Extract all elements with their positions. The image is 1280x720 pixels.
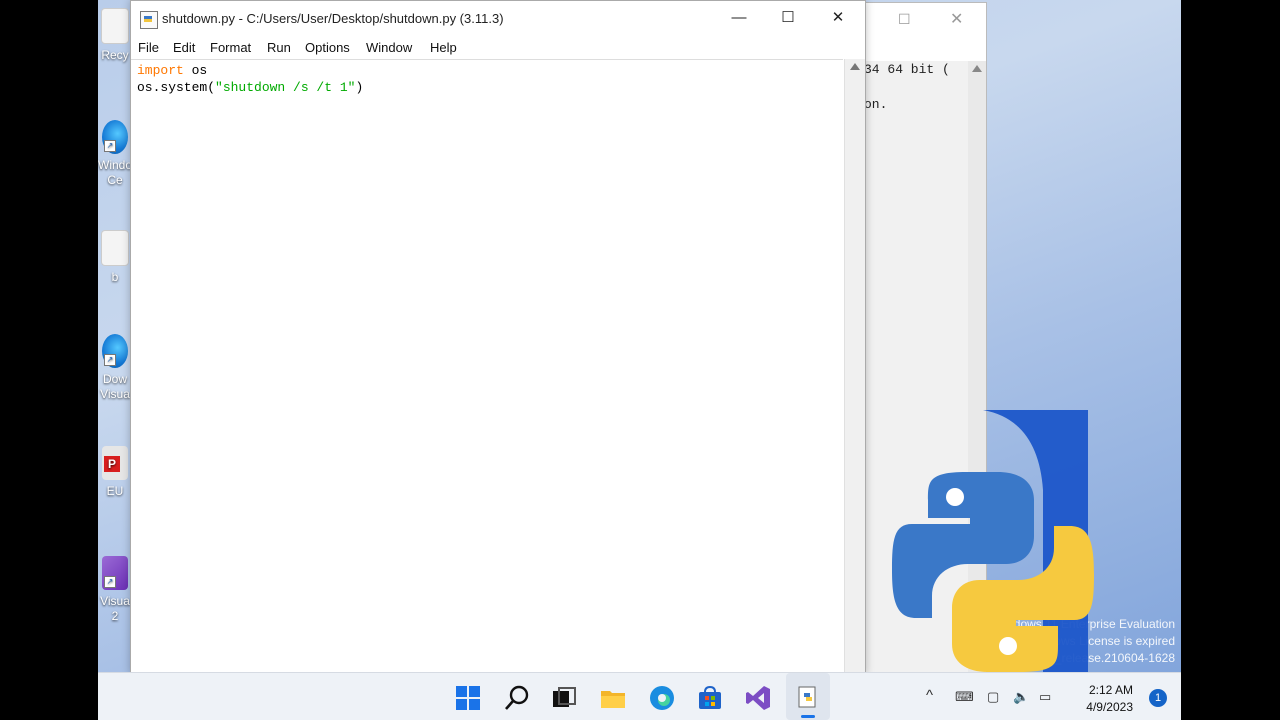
code-editor[interactable]: import os os.system("shutdown /s /t 1") [131, 59, 843, 673]
desktop: Recy ↗ Windo Ce b ↗ Dow Visua EU ↗ Visua… [98, 0, 1181, 720]
network-icon[interactable]: ▢ [987, 689, 999, 705]
code-text: os [183, 63, 208, 78]
editor-titlebar[interactable]: shutdown.py - C:/Users/User/Desktop/shut… [131, 1, 865, 37]
desktop-icon-recycle-bin[interactable]: Recy [98, 8, 132, 63]
desktop-icon-label: Recy [101, 48, 129, 62]
shell-output-line: 34 64 bit ( [864, 62, 950, 77]
shell-titlebar: ☐ ✕ [864, 3, 986, 35]
idle-app-icon [140, 11, 158, 29]
clock-time: 2:12 AM [1088, 683, 1133, 697]
notification-badge[interactable]: 1 [1149, 689, 1167, 707]
maximize-icon: ☐ [781, 9, 795, 26]
keyboard-icon[interactable]: ⌨ [955, 689, 974, 705]
visual-studio-icon: ↗ [102, 556, 128, 590]
code-keyword: import [137, 63, 184, 78]
desktop-icon-pdf[interactable]: EU [98, 446, 132, 499]
desktop-icon-label: Visua [100, 387, 130, 401]
scroll-up-icon[interactable] [850, 63, 860, 70]
idle-taskbar-button[interactable] [786, 673, 830, 720]
desktop-icon-download-vs[interactable]: ↗ Dow Visua [98, 334, 132, 402]
menu-edit[interactable]: Edit [173, 40, 195, 55]
idle-editor-window[interactable]: shutdown.py - C:/Users/User/Desktop/shut… [130, 0, 866, 674]
recycle-bin-icon [101, 8, 129, 44]
desktop-icon-windows-center[interactable]: ↗ Windo Ce [98, 120, 132, 188]
menu-options[interactable]: Options [305, 40, 350, 55]
desktop-icon-label: 2 [111, 609, 119, 623]
shortcut-arrow-icon: ↗ [104, 576, 116, 588]
editor-scrollbar[interactable] [844, 59, 865, 673]
start-icon[interactable] [455, 685, 481, 711]
file-explorer-icon[interactable] [600, 685, 626, 711]
menu-run[interactable]: Run [267, 40, 291, 55]
code-string: "shutdown /s /t 1" [215, 80, 356, 95]
desktop-icon-label: EU [106, 484, 124, 498]
chevron-up-icon[interactable]: ^ [926, 687, 933, 704]
minimize-button[interactable]: — [716, 1, 762, 35]
shell-output-line: on. [864, 97, 888, 112]
edge-icon: ↗ [102, 120, 128, 154]
minimize-icon: — [731, 9, 747, 26]
python-logo-eye [946, 488, 964, 506]
code-text: ) [355, 80, 364, 95]
document-icon [101, 230, 129, 266]
taskbar: ^ ⌨ ▢ 🔈 ▭ 2:12 AM 4/9/2023 1 [98, 672, 1181, 720]
active-indicator [801, 715, 815, 718]
menu-help[interactable]: Help [430, 40, 457, 55]
python-logo-eye [999, 637, 1017, 655]
system-tray: ^ ⌨ ▢ 🔈 ▭ 2:12 AM 4/9/2023 1 [921, 673, 1181, 720]
clock-date: 4/9/2023 [1086, 700, 1133, 714]
store-icon[interactable] [697, 685, 723, 711]
search-icon[interactable] [504, 685, 530, 711]
desktop-icon-label: Dow [102, 372, 127, 386]
close-icon: ✕ [831, 9, 845, 26]
desktop-icon-label: Ce [107, 173, 123, 187]
menu-bar: File Edit Format Run Options Window Help [131, 37, 865, 59]
shortcut-arrow-icon: ↗ [104, 140, 116, 152]
edge-icon: ↗ [102, 334, 128, 368]
visual-studio-icon[interactable] [745, 685, 771, 711]
menu-format[interactable]: Format [210, 40, 251, 55]
battery-icon[interactable]: ▭ [1039, 689, 1051, 705]
close-icon[interactable]: ✕ [950, 9, 963, 29]
python-logo [892, 410, 1094, 675]
code-line-2: os.system("shutdown /s /t 1") [137, 79, 363, 96]
window-title: shutdown.py - C:/Users/User/Desktop/shut… [162, 11, 504, 26]
edge-icon[interactable] [649, 685, 675, 711]
task-view-icon[interactable] [551, 685, 577, 711]
clock[interactable]: 2:12 AM 4/9/2023 [1086, 682, 1133, 716]
menu-window[interactable]: Window [366, 40, 412, 55]
desktop-icon-label: Visua [100, 594, 130, 608]
shortcut-arrow-icon: ↗ [104, 354, 116, 366]
volume-icon[interactable]: 🔈 [1013, 689, 1029, 705]
desktop-icon-file[interactable]: b [98, 230, 132, 285]
desktop-icon-label: Windo [98, 158, 133, 172]
code-text: os.system( [137, 80, 216, 95]
menu-file[interactable]: File [138, 40, 159, 55]
desktop-icon-visual-studio[interactable]: ↗ Visua 2 [98, 556, 132, 624]
idle-icon [798, 686, 816, 708]
maximize-icon[interactable]: ☐ [898, 11, 911, 28]
pdf-icon [102, 446, 128, 480]
maximize-button[interactable]: ☐ [765, 1, 811, 35]
desktop-icon-label: b [111, 270, 119, 284]
code-line-1: import os [137, 62, 207, 79]
close-button[interactable]: ✕ [815, 1, 861, 35]
scroll-up-icon[interactable] [972, 65, 982, 72]
